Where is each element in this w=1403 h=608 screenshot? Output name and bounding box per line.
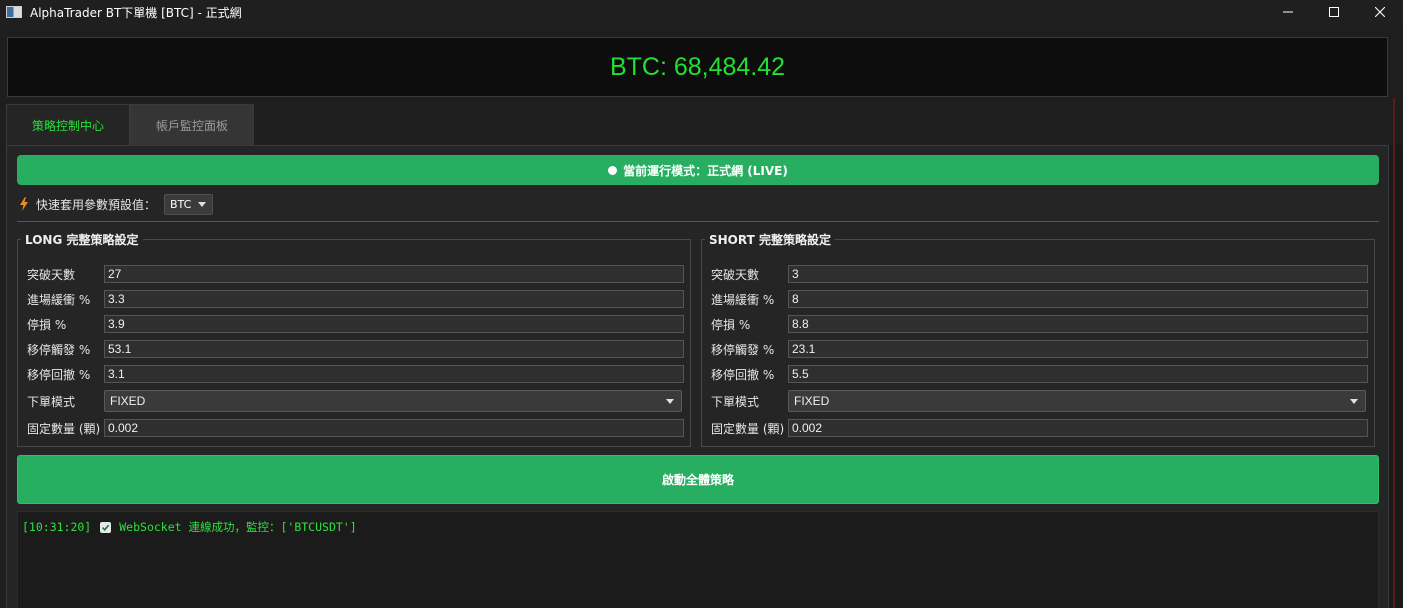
preset-label: 快速套用參數預設值： xyxy=(36,197,157,212)
log-line: [10:31:20] WebSocket 連線成功，監控：['BTCUSDT'] xyxy=(22,519,1374,535)
close-icon xyxy=(1375,7,1385,17)
divider xyxy=(17,221,1379,222)
tab-strategy-control[interactable]: 策略控制中心 xyxy=(6,104,130,145)
long-settings-group: LONG 完整策略設定 突破天數 27 進場緩衝 % 3.3 停損 % 3.9 … xyxy=(17,231,691,447)
log-console: [10:31:20] WebSocket 連線成功，監控：['BTCUSDT'] xyxy=(17,511,1379,608)
lightning-icon xyxy=(20,197,28,211)
long-breakout-days-input[interactable]: 27 xyxy=(104,265,684,283)
minimize-icon xyxy=(1283,11,1293,13)
tab-account-monitor[interactable]: 帳戶監控面板 xyxy=(130,104,254,145)
long-row-trail-retrace: 移停回撤 % 3.1 xyxy=(27,364,684,384)
field-label: 下單模式 xyxy=(27,394,76,409)
short-row-stop-loss: 停損 % 8.8 xyxy=(711,314,1368,334)
long-entry-buffer-input[interactable]: 3.3 xyxy=(104,290,684,308)
field-label: 下單模式 xyxy=(711,394,760,409)
check-icon xyxy=(100,521,112,533)
short-order-mode-select[interactable]: FIXED xyxy=(788,390,1366,412)
status-dot-icon xyxy=(608,165,618,175)
tab-bar: 策略控制中心 帳戶監控面板 xyxy=(6,104,254,145)
log-timestamp: [10:31:20] xyxy=(22,520,92,534)
close-button[interactable] xyxy=(1357,0,1403,24)
long-row-entry-buffer: 進場緩衝 % 3.3 xyxy=(27,289,684,309)
long-stop-loss-input[interactable]: 3.9 xyxy=(104,315,684,333)
long-order-mode-value: FIXED xyxy=(110,394,146,408)
price-display: BTC: 68,484.42 xyxy=(7,37,1388,97)
short-breakout-days-input[interactable]: 3 xyxy=(788,265,1368,283)
preset-select[interactable]: BTC xyxy=(164,193,214,215)
long-group-title: LONG 完整策略設定 xyxy=(21,231,143,248)
short-entry-buffer-input[interactable]: 8 xyxy=(788,290,1368,308)
field-label: 移停回撤 % xyxy=(711,367,775,382)
side-scroll-edge xyxy=(1393,98,1395,608)
preset-select-value: BTC xyxy=(170,197,192,211)
long-order-mode-select[interactable]: FIXED xyxy=(104,390,682,412)
field-label: 固定數量 (顆) xyxy=(27,421,101,436)
mode-banner-text: 當前運行模式：正式網 (LIVE) xyxy=(623,163,788,178)
long-row-stop-loss: 停損 % 3.9 xyxy=(27,314,684,334)
chevron-down-icon xyxy=(666,399,674,404)
long-row-fixed-qty: 固定數量 (顆) 0.002 xyxy=(27,418,684,438)
short-row-trail-retrace: 移停回撤 % 5.5 xyxy=(711,364,1368,384)
short-row-order-mode: 下單模式 FIXED xyxy=(711,390,1366,412)
short-trail-trigger-input[interactable]: 23.1 xyxy=(788,340,1368,358)
window-title: AlphaTrader BT下單機 [BTC] - 正式網 xyxy=(30,5,242,20)
start-all-strategies-button[interactable]: 啟動全體策略 xyxy=(17,455,1379,504)
minimize-button[interactable] xyxy=(1265,0,1311,24)
long-row-order-mode: 下單模式 FIXED xyxy=(27,390,682,412)
short-trail-retrace-input[interactable]: 5.5 xyxy=(788,365,1368,383)
short-row-trail-trigger: 移停觸發 % 23.1 xyxy=(711,339,1368,359)
field-label: 進場緩衝 % xyxy=(711,292,775,307)
long-row-breakout-days: 突破天數 27 xyxy=(27,264,684,284)
field-label: 固定數量 (顆) xyxy=(711,421,785,436)
field-label: 進場緩衝 % xyxy=(27,292,91,307)
field-label: 停損 % xyxy=(27,317,67,332)
strategy-panel: 當前運行模式：正式網 (LIVE) 快速套用參數預設值： BTC LONG 完整… xyxy=(6,145,1389,608)
field-label: 停損 % xyxy=(711,317,751,332)
field-label: 移停回撤 % xyxy=(27,367,91,382)
field-label: 移停觸發 % xyxy=(27,342,91,357)
preset-row: 快速套用參數預設值： BTC xyxy=(19,193,214,215)
window-controls xyxy=(1265,0,1403,24)
short-row-breakout-days: 突破天數 3 xyxy=(711,264,1368,284)
title-bar: AlphaTrader BT下單機 [BTC] - 正式網 xyxy=(0,0,1403,24)
log-message: WebSocket 連線成功，監控：['BTCUSDT'] xyxy=(119,520,357,534)
long-fixed-qty-input[interactable]: 0.002 xyxy=(104,419,684,437)
maximize-button[interactable] xyxy=(1311,0,1357,24)
long-row-trail-trigger: 移停觸發 % 53.1 xyxy=(27,339,684,359)
short-row-entry-buffer: 進場緩衝 % 8 xyxy=(711,289,1368,309)
short-fixed-qty-input[interactable]: 0.002 xyxy=(788,419,1368,437)
long-trail-trigger-input[interactable]: 53.1 xyxy=(104,340,684,358)
field-label: 突破天數 xyxy=(711,267,760,282)
chevron-down-icon xyxy=(1350,399,1358,404)
short-row-fixed-qty: 固定數量 (顆) 0.002 xyxy=(711,418,1368,438)
short-stop-loss-input[interactable]: 8.8 xyxy=(788,315,1368,333)
long-trail-retrace-input[interactable]: 3.1 xyxy=(104,365,684,383)
short-group-title: SHORT 完整策略設定 xyxy=(705,231,835,248)
short-order-mode-value: FIXED xyxy=(794,394,830,408)
short-settings-group: SHORT 完整策略設定 突破天數 3 進場緩衝 % 8 停損 % 8.8 移停… xyxy=(701,231,1375,447)
chevron-down-icon xyxy=(198,201,207,207)
field-label: 突破天數 xyxy=(27,267,76,282)
field-label: 移停觸發 % xyxy=(711,342,775,357)
app-icon xyxy=(6,6,22,18)
btc-price: BTC: 68,484.42 xyxy=(609,52,786,81)
side-strip xyxy=(1389,145,1403,608)
mode-banner: 當前運行模式：正式網 (LIVE) xyxy=(17,155,1379,185)
maximize-icon xyxy=(1329,7,1339,17)
